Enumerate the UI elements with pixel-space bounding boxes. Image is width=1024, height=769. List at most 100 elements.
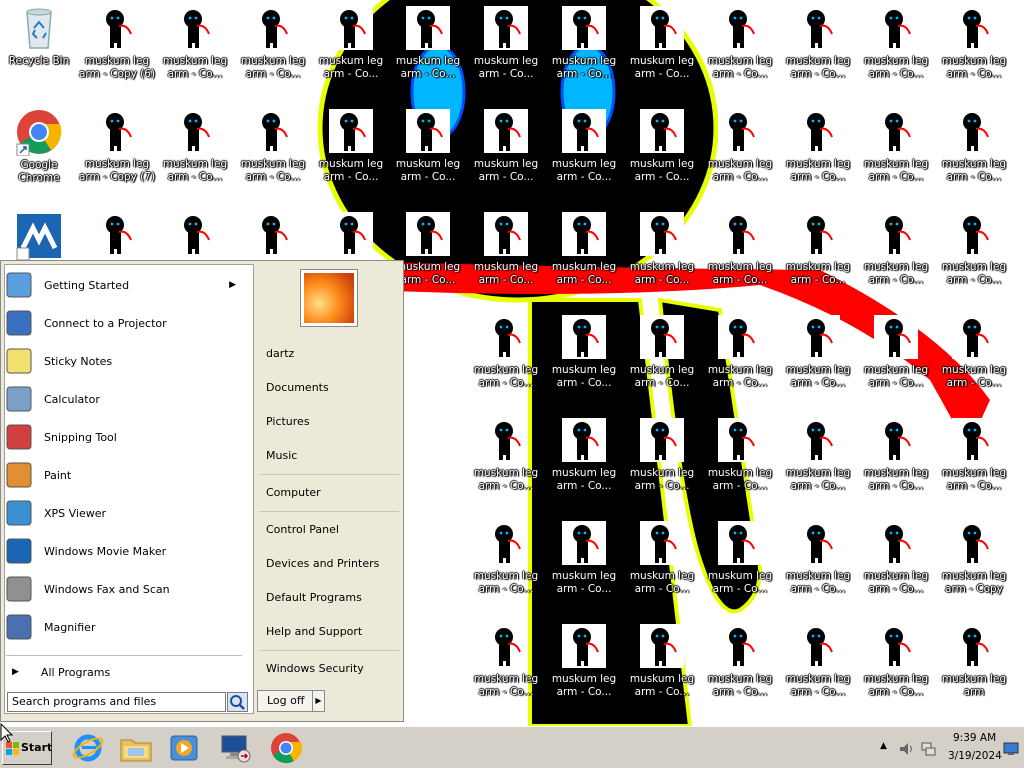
network-icon[interactable] (920, 741, 936, 757)
shutdown-options-button[interactable]: ▶ (313, 690, 325, 712)
muskum-leg-arm-file-icon[interactable]: muskum leg arm - Co... (701, 210, 779, 287)
movie-maker-desktop-icon[interactable] (0, 212, 78, 261)
start-menu-item[interactable]: XPS Viewer (4, 496, 244, 530)
muskum-leg-arm-file-icon[interactable]: muskum leg arm - Co... (467, 107, 545, 184)
chrome-desktop-icon[interactable]: Google Chrome (0, 108, 78, 185)
muskum-leg-arm-file-icon[interactable]: muskum leg arm - Co... (234, 4, 312, 81)
remote-desktop-taskbar-button[interactable] (218, 730, 254, 766)
chrome-taskbar-button[interactable] (268, 730, 304, 766)
music-link[interactable]: Music (266, 449, 297, 462)
muskum-leg-arm-file-icon[interactable]: muskum leg arm - Co... (779, 519, 857, 596)
start-menu-item[interactable]: Getting Started ▶ (4, 268, 244, 302)
internet-explorer-taskbar-button[interactable] (70, 730, 106, 766)
default-programs-link[interactable]: Default Programs (266, 591, 362, 604)
clock-date[interactable]: 3/19/2024 (948, 750, 1002, 762)
muskum-leg-arm-file-icon[interactable]: muskum leg arm - Co... (156, 4, 234, 81)
explorer-taskbar-button[interactable] (118, 730, 154, 766)
start-menu-item[interactable]: Windows Movie Maker (4, 534, 244, 568)
muskum-leg-arm-file-icon[interactable]: muskum leg arm - Co... (701, 313, 779, 390)
muskum-leg-arm-file-icon[interactable]: muskum leg arm - Co... (857, 519, 935, 596)
muskum-leg-arm-file-icon[interactable]: muskum leg arm - Co... (935, 210, 1013, 287)
muskum-leg-arm-file-icon[interactable]: muskum leg arm - Copy (935, 519, 1013, 596)
muskum-leg-arm-file-icon[interactable] (156, 210, 234, 258)
muskum-leg-arm-file-icon[interactable]: muskum leg arm - Co... (779, 313, 857, 390)
start-menu-item[interactable]: Calculator (4, 382, 244, 416)
computer-link[interactable]: Computer (266, 486, 321, 499)
muskum-leg-arm-file-icon[interactable]: muskum leg arm - Co... (779, 210, 857, 287)
clock-time[interactable]: 9:39 AM (953, 732, 996, 744)
show-desktop-icon[interactable] (1003, 742, 1019, 756)
volume-icon[interactable] (898, 741, 914, 757)
muskum-leg-arm-file-icon[interactable]: muskum leg arm - Co... (389, 107, 467, 184)
muskum-leg-arm-file-icon[interactable]: muskum leg arm - Co... (545, 519, 623, 596)
search-input[interactable]: Search programs and files (7, 692, 226, 712)
windows-security-link[interactable]: Windows Security (266, 662, 364, 675)
muskum-leg-arm-file-icon[interactable]: muskum leg arm (935, 622, 1013, 699)
start-menu-item[interactable]: Connect to a Projector (4, 306, 244, 340)
muskum-leg-arm-file-icon[interactable]: muskum leg arm - Co... (467, 519, 545, 596)
muskum-leg-arm-file-icon[interactable]: muskum leg arm - Co... (312, 107, 390, 184)
muskum-leg-arm-file-icon[interactable] (78, 210, 156, 258)
start-menu-item[interactable]: Paint (4, 458, 244, 492)
muskum-leg-arm-file-icon[interactable]: muskum leg arm - Co... (545, 107, 623, 184)
muskum-leg-arm-file-icon[interactable]: muskum leg arm - Copy (6) (78, 4, 156, 81)
muskum-leg-arm-file-icon[interactable]: muskum leg arm - Co... (467, 210, 545, 287)
muskum-leg-arm-file-icon[interactable]: muskum leg arm - Co... (857, 4, 935, 81)
muskum-leg-arm-file-icon[interactable]: muskum leg arm - Co... (234, 107, 312, 184)
muskum-leg-arm-file-icon[interactable]: muskum leg arm - Co... (857, 313, 935, 390)
muskum-leg-arm-file-icon[interactable]: muskum leg arm - Co... (623, 107, 701, 184)
muskum-leg-arm-file-icon[interactable]: muskum leg arm - Co... (701, 4, 779, 81)
muskum-leg-arm-file-icon[interactable]: muskum leg arm - Co... (779, 622, 857, 699)
devices-printers-link[interactable]: Devices and Printers (266, 557, 379, 570)
muskum-leg-arm-file-icon[interactable] (234, 210, 312, 258)
muskum-leg-arm-file-icon[interactable]: muskum leg arm - Co... (312, 4, 390, 81)
documents-link[interactable]: Documents (266, 381, 329, 394)
media-player-taskbar-button[interactable] (166, 730, 202, 766)
muskum-leg-arm-file-icon[interactable]: muskum leg arm - Co... (857, 107, 935, 184)
all-programs-button[interactable]: ▶ All Programs (8, 661, 244, 683)
muskum-leg-arm-file-icon[interactable]: muskum leg arm - Co... (545, 210, 623, 287)
help-support-link[interactable]: Help and Support (266, 625, 362, 638)
muskum-leg-arm-file-icon[interactable]: muskum leg arm - Co... (701, 107, 779, 184)
muskum-leg-arm-file-icon[interactable]: muskum leg arm - Co... (545, 4, 623, 81)
muskum-leg-arm-file-icon[interactable]: muskum leg arm - Co... (701, 416, 779, 493)
desktop[interactable]: Recycle Bin Google Chrome muskum leg arm… (0, 0, 1024, 726)
muskum-leg-arm-file-icon[interactable]: muskum leg arm - Co... (623, 210, 701, 287)
muskum-leg-arm-file-icon[interactable]: muskum leg arm - Co... (467, 622, 545, 699)
start-menu-item[interactable]: Sticky Notes (4, 344, 244, 378)
muskum-leg-arm-file-icon[interactable]: muskum leg arm - Co... (467, 4, 545, 81)
log-off-button[interactable]: Log off (257, 690, 313, 712)
pictures-link[interactable]: Pictures (266, 415, 310, 428)
control-panel-link[interactable]: Control Panel (266, 523, 339, 536)
muskum-leg-arm-file-icon[interactable]: muskum leg arm - Co... (623, 519, 701, 596)
user-name-link[interactable]: dartz (266, 347, 294, 360)
muskum-leg-arm-file-icon[interactable]: muskum leg arm - Co... (701, 622, 779, 699)
muskum-leg-arm-file-icon[interactable]: muskum leg arm - Co... (701, 519, 779, 596)
start-menu-item[interactable]: Magnifier (4, 610, 244, 644)
muskum-leg-arm-file-icon[interactable]: muskum leg arm - Co... (779, 107, 857, 184)
start-menu-item[interactable]: Windows Fax and Scan (4, 572, 244, 606)
muskum-leg-arm-file-icon[interactable]: muskum leg arm - Co... (467, 416, 545, 493)
muskum-leg-arm-file-icon[interactable]: muskum leg arm - Co... (467, 313, 545, 390)
muskum-leg-arm-file-icon[interactable]: muskum leg arm - Co... (935, 313, 1013, 390)
muskum-leg-arm-file-icon[interactable]: muskum leg arm - Co... (545, 622, 623, 699)
muskum-leg-arm-file-icon[interactable]: muskum leg arm - Co... (623, 313, 701, 390)
show-hidden-icons-button[interactable]: ▲ (880, 741, 887, 751)
muskum-leg-arm-file-icon[interactable]: muskum leg arm - Co... (935, 4, 1013, 81)
muskum-leg-arm-file-icon[interactable]: muskum leg arm - Co... (857, 622, 935, 699)
muskum-leg-arm-file-icon[interactable]: muskum leg arm - Co... (935, 416, 1013, 493)
muskum-leg-arm-file-icon[interactable]: muskum leg arm - Copy (7) (78, 107, 156, 184)
user-avatar[interactable] (300, 269, 358, 327)
muskum-leg-arm-file-icon[interactable]: muskum leg arm - Co... (623, 622, 701, 699)
muskum-leg-arm-file-icon[interactable]: muskum leg arm - Co... (389, 4, 467, 81)
recycle-bin-desktop-icon[interactable]: Recycle Bin (0, 4, 78, 68)
muskum-leg-arm-file-icon[interactable]: muskum leg arm - Co... (623, 4, 701, 81)
muskum-leg-arm-file-icon[interactable]: muskum leg arm - Co... (623, 416, 701, 493)
muskum-leg-arm-file-icon[interactable]: muskum leg arm - Co... (857, 416, 935, 493)
search-button[interactable] (227, 692, 248, 712)
muskum-leg-arm-file-icon[interactable]: muskum leg arm - Co... (857, 210, 935, 287)
muskum-leg-arm-file-icon[interactable]: muskum leg arm - Co... (545, 416, 623, 493)
muskum-leg-arm-file-icon[interactable]: muskum leg arm - Co... (156, 107, 234, 184)
muskum-leg-arm-file-icon[interactable]: muskum leg arm - Co... (545, 313, 623, 390)
muskum-leg-arm-file-icon[interactable] (312, 210, 390, 258)
